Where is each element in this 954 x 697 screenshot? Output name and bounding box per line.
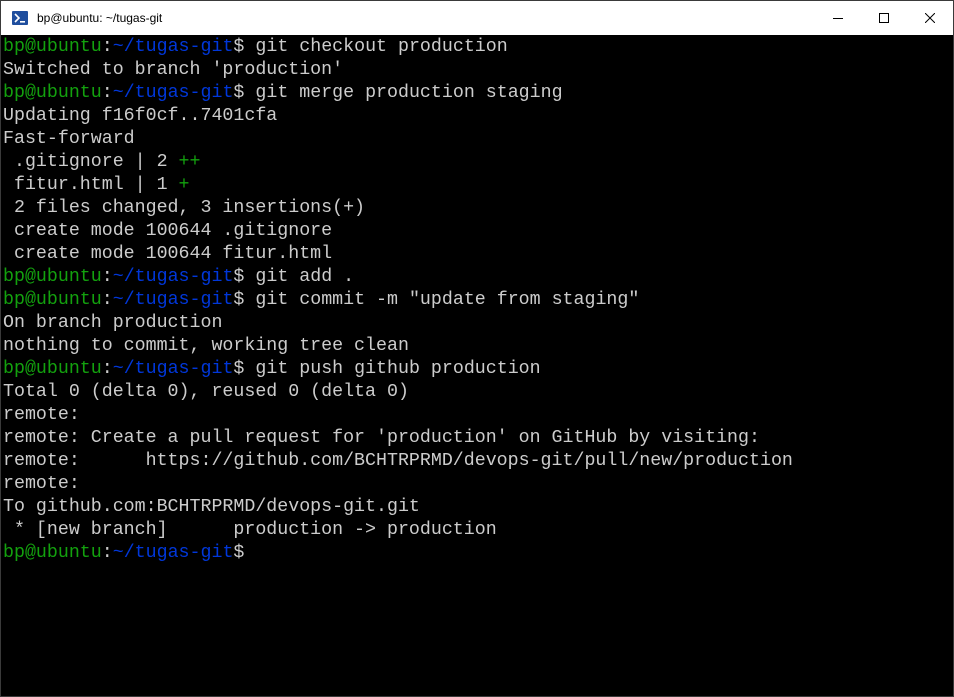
output-line: 2 files changed, 3 insertions(+) [3, 198, 366, 218]
output-line: On branch production [3, 313, 223, 333]
diffstat-line: fitur.html | 1 + [3, 174, 953, 197]
output-line: nothing to commit, working tree clean [3, 336, 409, 356]
window-controls [815, 1, 953, 35]
prompt-path: ~/tugas-git [112, 37, 234, 57]
prompt-user: bp@ubuntu [3, 359, 102, 379]
output-line: remote: [3, 405, 80, 425]
prompt-line: bp@ubuntu:~/tugas-git$ git merge product… [3, 82, 953, 105]
close-button[interactable] [907, 1, 953, 35]
prompt-line: bp@ubuntu:~/tugas-git$ git push github p… [3, 358, 953, 381]
terminal-window: bp@ubuntu: ~/tugas-git bp@ubuntu:~/tugas… [0, 0, 954, 697]
diffstat-plus: + [178, 175, 190, 195]
prompt-symbol: $ [233, 543, 245, 563]
maximize-icon [879, 13, 889, 23]
command-text: git push github production [244, 359, 541, 379]
diffstat-line: .gitignore | 2 ++ [3, 151, 953, 174]
window-title: bp@ubuntu: ~/tugas-git [37, 11, 163, 25]
prompt-user: bp@ubuntu [3, 267, 102, 287]
prompt-symbol: $ [233, 267, 245, 287]
prompt-colon: : [101, 267, 113, 287]
prompt-path: ~/tugas-git [112, 359, 234, 379]
prompt-colon: : [101, 290, 113, 310]
command-text: git checkout production [244, 37, 508, 57]
title-bar[interactable]: bp@ubuntu: ~/tugas-git [1, 1, 953, 35]
output-line: Switched to branch 'production' [3, 60, 344, 80]
prompt-colon: : [101, 83, 113, 103]
output-line: Total 0 (delta 0), reused 0 (delta 0) [3, 382, 409, 402]
prompt-symbol: $ [233, 290, 245, 310]
output-line: create mode 100644 .gitignore [3, 221, 333, 241]
output-line: * [new branch] production -> production [3, 520, 497, 540]
output-line: remote: Create a pull request for 'produ… [3, 428, 760, 448]
command-text: git add . [244, 267, 355, 287]
output-line: To github.com:BCHTRPRMD/devops-git.git [3, 497, 420, 517]
output-line: Updating f16f0cf..7401cfa [3, 106, 278, 126]
prompt-line: bp@ubuntu:~/tugas-git$ git add . [3, 266, 953, 289]
prompt-symbol: $ [233, 83, 245, 103]
minimize-icon [833, 18, 843, 19]
prompt-path: ~/tugas-git [112, 290, 234, 310]
minimize-button[interactable] [815, 1, 861, 35]
prompt-path: ~/tugas-git [112, 543, 234, 563]
output-line: Fast-forward [3, 129, 135, 149]
diffstat-plus: ++ [178, 152, 201, 172]
prompt-colon: : [101, 543, 113, 563]
prompt-user: bp@ubuntu [3, 290, 102, 310]
prompt-line: bp@ubuntu:~/tugas-git$ git commit -m "up… [3, 289, 953, 312]
prompt-symbol: $ [233, 359, 245, 379]
command-text: git merge production staging [244, 83, 563, 103]
output-line: remote: https://github.com/BCHTRPRMD/dev… [3, 451, 793, 471]
prompt-colon: : [101, 359, 113, 379]
prompt-user: bp@ubuntu [3, 543, 102, 563]
prompt-line: bp@ubuntu:~/tugas-git$ git checkout prod… [3, 36, 953, 59]
close-icon [925, 13, 935, 23]
prompt-colon: : [101, 37, 113, 57]
output-line: remote: [3, 474, 80, 494]
diffstat-text: fitur.html | 1 [3, 175, 179, 195]
output-line: create mode 100644 fitur.html [3, 244, 333, 264]
terminal-icon [11, 9, 29, 27]
prompt-line: bp@ubuntu:~/tugas-git$ [3, 542, 953, 565]
prompt-path: ~/tugas-git [112, 267, 234, 287]
command-text: git commit -m "update from staging" [244, 290, 640, 310]
terminal-output[interactable]: bp@ubuntu:~/tugas-git$ git checkout prod… [3, 36, 953, 696]
prompt-user: bp@ubuntu [3, 37, 102, 57]
prompt-symbol: $ [233, 37, 245, 57]
diffstat-text: .gitignore | 2 [3, 152, 179, 172]
maximize-button[interactable] [861, 1, 907, 35]
prompt-path: ~/tugas-git [112, 83, 234, 103]
prompt-user: bp@ubuntu [3, 83, 102, 103]
